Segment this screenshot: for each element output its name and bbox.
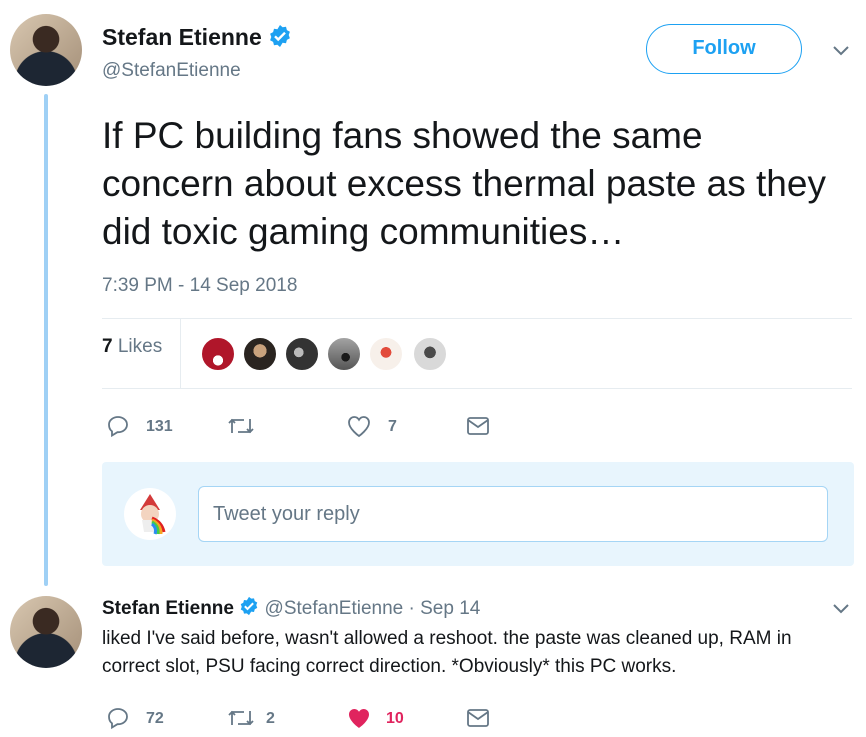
like-count: 7 xyxy=(388,418,397,435)
likes-stat[interactable]: 7 Likes xyxy=(102,336,162,358)
direct-message-icon[interactable] xyxy=(466,416,490,441)
reply-icon xyxy=(106,416,130,442)
author-handle[interactable]: @StefanEtienne xyxy=(102,60,241,82)
reply-tweet-text: liked I've said before, wasn't allowed a… xyxy=(102,628,792,677)
liker-avatar[interactable] xyxy=(326,336,362,372)
liker-avatar[interactable] xyxy=(284,336,320,372)
divider xyxy=(102,388,852,389)
reply-action[interactable] xyxy=(106,414,130,443)
thread-connector-line xyxy=(44,94,48,586)
reply-count: 72 xyxy=(146,710,164,727)
like-icon[interactable] xyxy=(346,414,372,443)
verified-badge-icon xyxy=(239,596,259,622)
liked-heart-icon[interactable] xyxy=(346,706,372,735)
reply-icon xyxy=(106,708,130,734)
like-count: 10 xyxy=(386,710,404,727)
likes-label: Likes xyxy=(117,336,163,357)
direct-message-icon[interactable] xyxy=(466,708,490,733)
likes-count: 7 xyxy=(102,336,113,357)
liker-avatar[interactable] xyxy=(368,336,404,372)
author-avatar[interactable] xyxy=(10,14,82,86)
reply-input[interactable]: Tweet your reply xyxy=(198,486,828,542)
reply-action[interactable] xyxy=(106,706,130,735)
liker-avatar[interactable] xyxy=(242,336,278,372)
retweet-count: 2 xyxy=(266,710,275,727)
tweet-timestamp[interactable]: 7:39 PM - 14 Sep 2018 xyxy=(102,275,297,297)
author-name[interactable]: Stefan Etienne xyxy=(102,24,262,50)
retweet-icon[interactable] xyxy=(226,707,256,734)
tweet-text: If PC building fans showed the same conc… xyxy=(102,115,826,252)
author-name-row[interactable]: Stefan Etienne xyxy=(102,24,292,54)
divider xyxy=(102,318,852,319)
meta-separator: · xyxy=(408,598,415,620)
chevron-down-icon[interactable] xyxy=(832,44,850,62)
retweet-icon[interactable] xyxy=(226,415,256,442)
follow-button[interactable]: Follow xyxy=(646,24,802,74)
reply-author-name[interactable]: Stefan Etienne xyxy=(102,598,234,619)
liker-avatar[interactable] xyxy=(412,336,448,372)
chevron-down-icon[interactable] xyxy=(832,602,850,620)
reply-header: Stefan Etienne @StefanEtienne · Sep 14 xyxy=(102,596,480,622)
reply-author-handle[interactable]: @StefanEtienne xyxy=(265,598,404,619)
stats-divider xyxy=(180,318,181,388)
reply-count: 131 xyxy=(146,418,173,435)
verified-badge-icon xyxy=(268,24,292,54)
liker-avatar[interactable] xyxy=(200,336,236,372)
current-user-avatar[interactable] xyxy=(124,488,176,540)
reply-author-avatar[interactable] xyxy=(10,596,82,668)
reply-date[interactable]: Sep 14 xyxy=(420,598,480,619)
